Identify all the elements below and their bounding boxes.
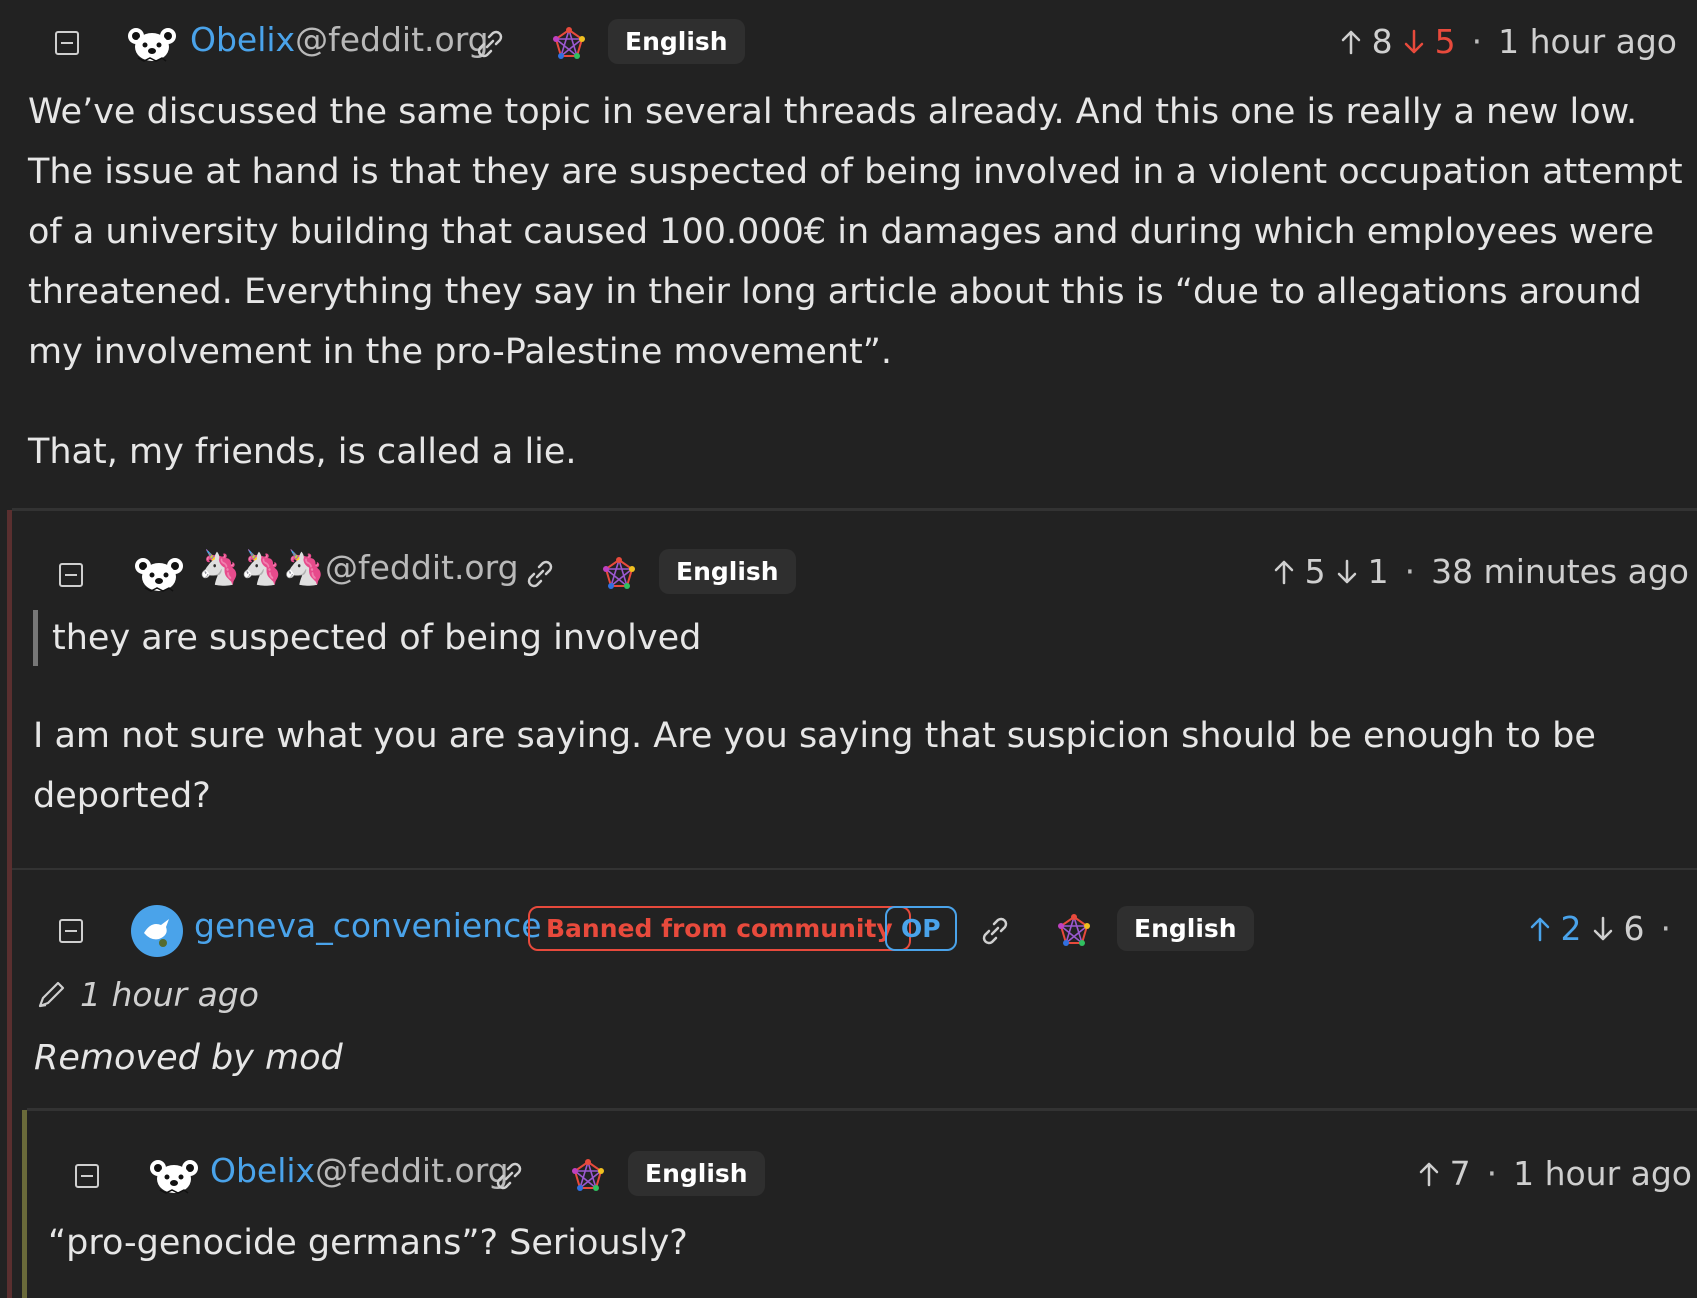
bear-avatar-icon[interactable] (126, 24, 178, 64)
username: Obelix (190, 20, 296, 59)
downvote-count: 1 (1367, 552, 1389, 591)
paragraph: “pro-genocide germans”? Seriously? (48, 1223, 688, 1263)
language-badge: English (608, 19, 745, 64)
collapse-icon[interactable] (75, 1164, 99, 1188)
vote-info: 8 5 · 1 hour ago (1340, 22, 1677, 61)
username: Obelix (210, 1151, 316, 1190)
paragraph: That, my friends, is called a lie. (28, 432, 577, 472)
arrow-up-icon[interactable] (1273, 559, 1295, 585)
blockquote: they are suspected of being involved (33, 610, 1673, 666)
fediverse-icon[interactable] (1057, 914, 1091, 948)
collapse-icon[interactable] (55, 31, 79, 55)
upvote-count: 2 (1560, 909, 1582, 948)
comment-header: 🦄🦄🦄@feddit.org English 5 1 · 38 minutes … (12, 530, 1697, 600)
vote-info: 2 6 · (1529, 909, 1678, 948)
paragraph: I am not sure what you are saying. Are y… (33, 716, 1596, 816)
comment-obelix-1: Obelix@feddit.org English 8 5 · 1 hour a… (0, 0, 1697, 505)
separator-dot: · (1471, 22, 1483, 61)
arrow-up-icon[interactable] (1418, 1161, 1440, 1187)
timestamp: 1 hour ago (1498, 22, 1677, 61)
username: 🦄🦄🦄 (198, 548, 326, 588)
timestamp: 1 hour ago (1513, 1154, 1692, 1193)
comment-obelix-2: Obelix@feddit.org English 7 · 1 hour ago… (27, 1140, 1697, 1298)
arrow-down-icon[interactable] (1403, 29, 1425, 55)
edited-row: 1 hour ago (34, 975, 259, 1014)
pencil-icon (38, 981, 65, 1007)
collapse-icon[interactable] (59, 563, 83, 587)
comment-header: Obelix@feddit.org English 7 · 1 hour ago (27, 1140, 1697, 1210)
vote-info: 5 1 · 38 minutes ago (1273, 552, 1689, 591)
divider (27, 1108, 1697, 1111)
arrow-up-icon[interactable] (1529, 916, 1551, 942)
language-badge: English (628, 1151, 765, 1196)
username-link[interactable]: Obelix@feddit.org (190, 20, 489, 59)
timestamp: 38 minutes ago (1431, 552, 1689, 591)
comment-body: “pro-genocide germans”? Seriously? (48, 1213, 688, 1273)
language-badge: English (659, 549, 796, 594)
comment-header: geneva_convenience Banned from community… (12, 895, 1697, 965)
fediverse-icon[interactable] (552, 27, 586, 61)
link-icon[interactable] (978, 914, 1012, 948)
banned-badge: Banned from community (528, 906, 911, 951)
comment-body: We’ve discussed the same topic in severa… (28, 82, 1683, 482)
instance: @feddit.org (325, 548, 519, 587)
username[interactable]: geneva_convenience (194, 906, 542, 945)
comment-unicorn: 🦄🦄🦄@feddit.org English 5 1 · 38 minutes … (12, 530, 1697, 865)
timestamp: 1 hour ago (80, 975, 259, 1014)
separator-dot: · (1486, 1154, 1498, 1193)
upvote-count: 8 (1371, 22, 1393, 61)
link-icon[interactable] (492, 1159, 526, 1193)
paragraph: We’ve discussed the same topic in severa… (28, 92, 1683, 372)
username-link[interactable]: Obelix@feddit.org (210, 1151, 509, 1190)
fediverse-icon[interactable] (602, 557, 636, 591)
arrow-up-icon[interactable] (1340, 29, 1362, 55)
fediverse-icon[interactable] (571, 1159, 605, 1193)
instance: @feddit.org (295, 20, 489, 59)
separator-dot: · (1660, 909, 1672, 948)
downvote-count: 5 (1434, 22, 1456, 61)
link-icon[interactable] (523, 557, 557, 591)
divider (12, 508, 1697, 511)
language-badge: English (1117, 906, 1254, 951)
arrow-down-icon[interactable] (1592, 916, 1614, 942)
comment-body: they are suspected of being involved I a… (33, 610, 1673, 826)
upvote-count: 5 (1304, 552, 1326, 591)
collapse-icon[interactable] (59, 919, 83, 943)
separator-dot: · (1404, 552, 1416, 591)
comment-body: Removed by mod (34, 1028, 343, 1088)
vote-info: 7 · 1 hour ago (1418, 1154, 1692, 1193)
comment-header: Obelix@feddit.org English 8 5 · 1 hour a… (0, 0, 1697, 70)
arrow-down-icon[interactable] (1336, 559, 1358, 585)
dove-avatar-icon[interactable] (131, 905, 183, 957)
op-badge: OP (885, 906, 957, 951)
instance: @feddit.org (315, 1151, 509, 1190)
divider (12, 868, 1697, 870)
downvote-count: 6 (1623, 909, 1645, 948)
bear-avatar-icon[interactable] (133, 554, 185, 594)
username-link[interactable]: 🦄🦄🦄@feddit.org (198, 548, 519, 588)
bear-avatar-icon[interactable] (148, 1156, 200, 1196)
link-icon[interactable] (473, 27, 507, 61)
upvote-count: 7 (1449, 1154, 1471, 1193)
removed-text: Removed by mod (34, 1038, 343, 1078)
comment-geneva: geneva_convenience Banned from community… (12, 895, 1697, 1105)
